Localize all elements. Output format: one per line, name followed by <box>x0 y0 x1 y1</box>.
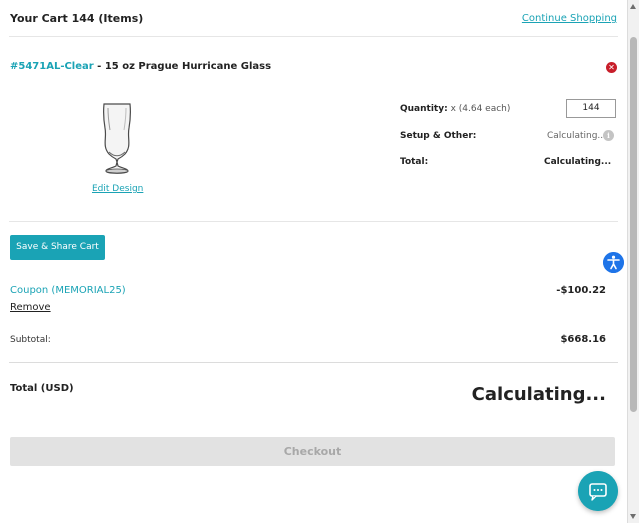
quantity-unit-price: x (4.64 each) <box>447 104 511 114</box>
continue-shopping-link[interactable]: Continue Shopping <box>522 13 617 24</box>
divider <box>9 362 618 363</box>
cart-panel: Your Cart 144 (Items) Continue Shopping … <box>0 0 628 523</box>
item-total-label: Total: <box>400 157 429 167</box>
save-share-cart-button[interactable]: Save & Share Cart <box>10 235 105 260</box>
checkout-button[interactable]: Checkout <box>10 437 615 466</box>
order-total-label: Total (USD) <box>10 383 74 394</box>
remove-item-icon[interactable]: ✕ <box>606 62 617 73</box>
divider <box>9 221 618 222</box>
quantity-label: Quantity: <box>400 104 448 114</box>
remove-coupon-link[interactable]: Remove <box>10 302 51 313</box>
scroll-down-icon[interactable] <box>630 514 636 519</box>
chat-icon[interactable] <box>578 471 618 511</box>
product-sku[interactable]: #5471AL-Clear <box>10 61 94 72</box>
item-total-value: Calculating... <box>544 157 612 167</box>
subtotal-value: $668.16 <box>560 334 606 345</box>
scrollbar-thumb[interactable] <box>630 37 637 412</box>
subtotal-label: Subtotal: <box>10 335 51 345</box>
order-total-value: Calculating... <box>471 384 606 405</box>
quantity-row: Quantity: x (4.64 each) <box>400 104 510 114</box>
product-title: #5471AL-Clear - 15 oz Prague Hurricane G… <box>10 61 271 72</box>
setup-label: Setup & Other: <box>400 131 477 141</box>
product-name: 15 oz Prague Hurricane Glass <box>104 61 272 72</box>
product-image <box>102 103 132 174</box>
setup-value: Calculating.. <box>547 131 604 141</box>
divider <box>9 36 618 37</box>
quantity-input[interactable]: 144 <box>566 99 616 118</box>
product-separator: - <box>93 61 105 72</box>
coupon-amount: -$100.22 <box>556 285 606 296</box>
accessibility-icon[interactable] <box>603 252 624 273</box>
cart-title: Your Cart 144 (Items) <box>10 12 144 25</box>
page-scrollbar[interactable] <box>627 0 639 523</box>
scroll-up-icon[interactable] <box>630 4 636 9</box>
coupon-label: Coupon (MEMORIAL25) <box>10 285 126 296</box>
info-icon[interactable]: i <box>603 130 614 141</box>
edit-design-link[interactable]: Edit Design <box>92 184 143 194</box>
